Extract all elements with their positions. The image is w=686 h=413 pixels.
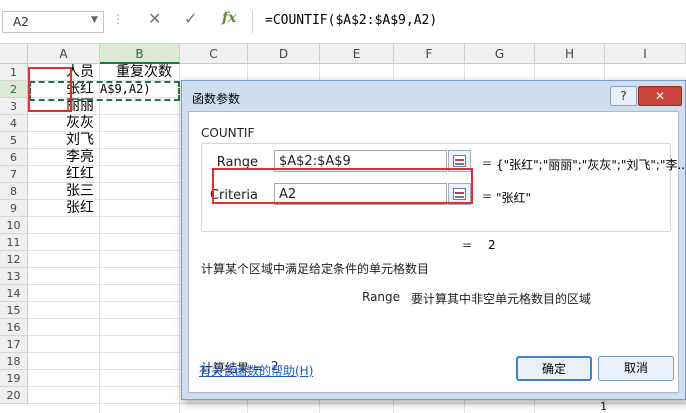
formula-bar: A2 ▼ ⋮ ✕ ✓ fx =COUNTIF($A$2:$A$9,A2) bbox=[0, 0, 686, 44]
row-header-17[interactable]: 17 bbox=[0, 336, 28, 353]
chevron-down-icon[interactable]: ▼ bbox=[91, 15, 98, 25]
row-header-7[interactable]: 7 bbox=[0, 166, 28, 183]
row-header-8[interactable]: 8 bbox=[0, 183, 28, 200]
highlight-box-cell bbox=[28, 67, 72, 112]
arg-description: 要计算其中非空单元格数目的区域 bbox=[411, 292, 592, 306]
row-header-19[interactable]: 19 bbox=[0, 370, 28, 387]
cell-a9[interactable]: 张红 bbox=[66, 200, 94, 217]
equals-sign: = bbox=[482, 156, 493, 170]
cell-a8[interactable]: 张三 bbox=[66, 183, 94, 200]
cell-a4[interactable]: 灰灰 bbox=[66, 115, 94, 132]
formula-input[interactable]: =COUNTIF($A$2:$A$9,A2) bbox=[252, 11, 686, 33]
column-header-g[interactable]: G bbox=[465, 44, 535, 64]
column-header-e[interactable]: E bbox=[320, 44, 394, 64]
insert-function-icon[interactable]: fx bbox=[222, 10, 236, 26]
range-input-value: $A$2:$A$9 bbox=[279, 154, 351, 169]
cell-a6[interactable]: 李亮 bbox=[66, 149, 94, 166]
function-name: COUNTIF bbox=[201, 126, 255, 140]
column-header-a[interactable]: A bbox=[28, 44, 100, 64]
row-header-1[interactable]: 1 bbox=[0, 64, 28, 81]
row-header-4[interactable]: 4 bbox=[0, 115, 28, 132]
grid-col-line bbox=[179, 64, 180, 413]
column-header-b[interactable]: B bbox=[100, 44, 180, 64]
row-header-11[interactable]: 11 bbox=[0, 234, 28, 251]
function-arguments-dialog: 函数参数 ? ✕ COUNTIF Range $A$2:$A$9 = {"张红"… bbox=[181, 80, 686, 400]
function-description: 计算某个区域中满足给定条件的单元格数目 bbox=[201, 262, 430, 276]
equals-sign: = bbox=[482, 189, 493, 203]
select-all-corner[interactable] bbox=[0, 44, 28, 64]
close-button[interactable]: ✕ bbox=[638, 86, 682, 106]
row-header-14[interactable]: 14 bbox=[0, 285, 28, 302]
help-button[interactable]: ? bbox=[610, 86, 637, 106]
arg-description-name: Range bbox=[362, 290, 401, 304]
highlight-box-criteria bbox=[212, 168, 473, 204]
grid-col-line bbox=[99, 64, 100, 413]
row-header-16[interactable]: 16 bbox=[0, 319, 28, 336]
grid-row-line bbox=[28, 403, 686, 404]
cancel-formula-icon[interactable]: ✕ bbox=[148, 9, 161, 28]
row-header-12[interactable]: 12 bbox=[0, 251, 28, 268]
formula-text: =COUNTIF($A$2:$A$9,A2) bbox=[265, 13, 438, 28]
column-header-h[interactable]: H bbox=[535, 44, 605, 64]
row-header-18[interactable]: 18 bbox=[0, 353, 28, 370]
row-header-3[interactable]: 3 bbox=[0, 98, 28, 115]
dialog-title: 函数参数 bbox=[192, 92, 241, 106]
overall-result: 2 bbox=[488, 238, 496, 252]
column-header-d[interactable]: D bbox=[248, 44, 320, 64]
separator-dots-icon: ⋮ bbox=[112, 12, 124, 26]
criteria-result: "张红" bbox=[496, 191, 532, 205]
name-box-value: A2 bbox=[13, 15, 29, 29]
column-header-i[interactable]: I bbox=[605, 44, 686, 64]
name-box[interactable]: A2 ▼ bbox=[2, 11, 104, 33]
row-header-2[interactable]: 2 bbox=[0, 81, 28, 98]
cell-a7[interactable]: 红红 bbox=[66, 166, 94, 183]
row-header-6[interactable]: 6 bbox=[0, 149, 28, 166]
cell-b1[interactable]: 重复次数 bbox=[116, 64, 172, 81]
row-header-15[interactable]: 15 bbox=[0, 302, 28, 319]
dialog-body: COUNTIF Range $A$2:$A$9 = {"张红";"丽丽";"灰灰… bbox=[188, 111, 686, 393]
column-header-f[interactable]: F bbox=[394, 44, 465, 64]
equals-sign: = bbox=[462, 238, 473, 252]
row-header-10[interactable]: 10 bbox=[0, 217, 28, 234]
row-header-13[interactable]: 13 bbox=[0, 268, 28, 285]
edge-digit: 1 bbox=[600, 400, 607, 413]
row-header-20[interactable]: 20 bbox=[0, 387, 28, 404]
cancel-button[interactable]: 取消 bbox=[598, 356, 674, 381]
row-header-9[interactable]: 9 bbox=[0, 200, 28, 217]
function-help-link[interactable]: 有关该函数的帮助(H) bbox=[199, 362, 313, 379]
ok-button[interactable]: 确定 bbox=[516, 356, 592, 381]
range-result: {"张红";"丽丽";"灰灰";"刘飞";"李... bbox=[496, 158, 686, 172]
row-header-5[interactable]: 5 bbox=[0, 132, 28, 149]
enter-formula-icon[interactable]: ✓ bbox=[184, 9, 197, 28]
cell-a5[interactable]: 刘飞 bbox=[66, 132, 94, 149]
column-header-c[interactable]: C bbox=[180, 44, 248, 64]
